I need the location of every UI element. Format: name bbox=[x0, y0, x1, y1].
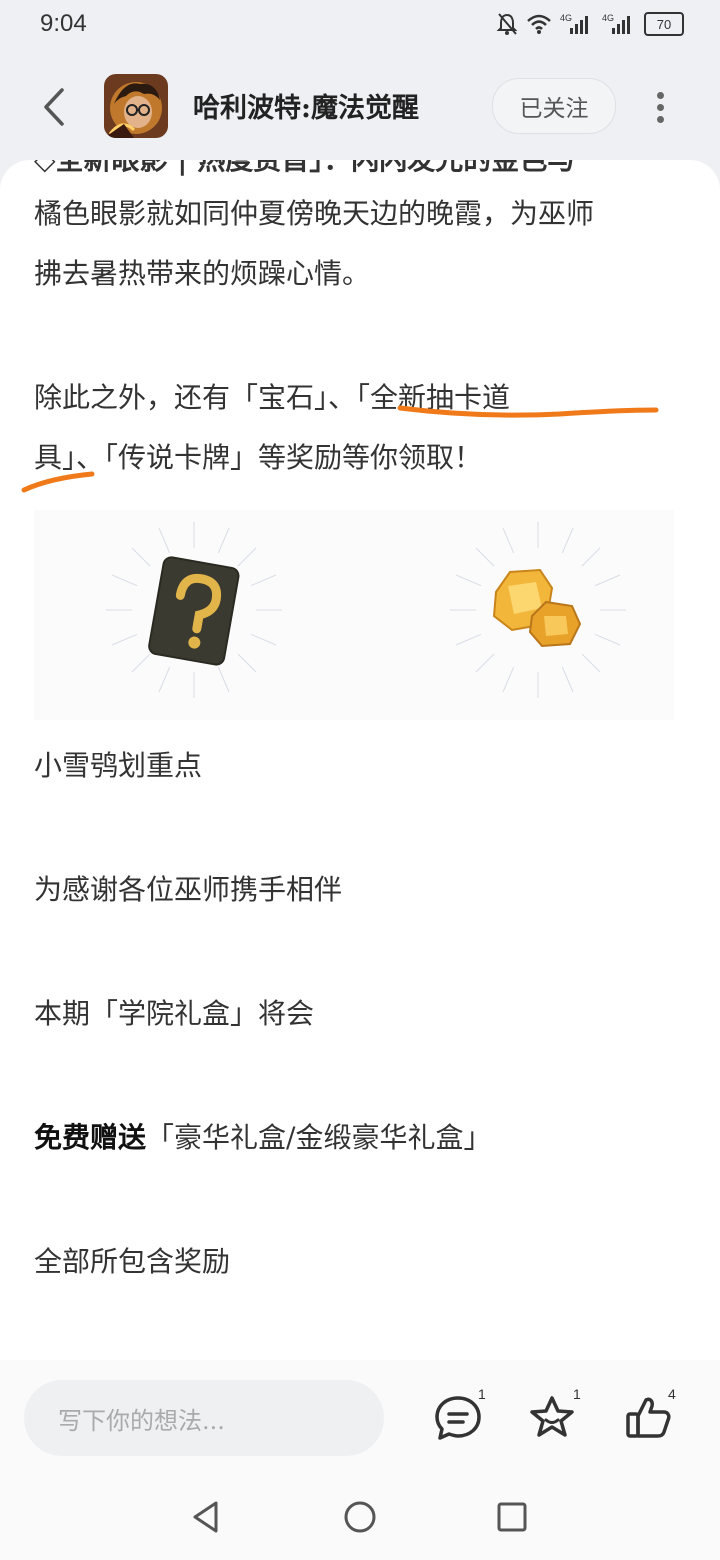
top-app-bar: 哈利波特:魔法觉醒 已关注 bbox=[0, 58, 720, 158]
battery-icon: 70 bbox=[644, 12, 684, 36]
signal-4g-label-2: 4G bbox=[602, 13, 614, 23]
paragraph-line: 为感谢各位巫师携手相伴 bbox=[34, 873, 343, 906]
signal-4g-icon: 4G bbox=[560, 13, 588, 34]
status-bar: 9:04 4G 4G 70 bbox=[0, 0, 720, 52]
wifi-icon bbox=[527, 14, 551, 34]
text-segment: 「豪华礼盒/金缎豪华礼盒」 bbox=[146, 1121, 492, 1154]
reward-images bbox=[34, 510, 674, 720]
follow-button[interactable]: 已关注 bbox=[492, 78, 616, 134]
paragraph-line: 免费赠送「豪华礼盒/金缎豪华礼盒」 bbox=[34, 1108, 491, 1168]
status-time: 9:04 bbox=[40, 10, 87, 37]
question-card-icon bbox=[106, 522, 282, 698]
text-segment: 、「传说卡牌」等奖励等你领取！ bbox=[76, 441, 483, 474]
gem-icon bbox=[450, 522, 626, 698]
highlighted-text: 具」 bbox=[34, 441, 77, 474]
paragraph-line: 本期「学院礼盒」将会 bbox=[34, 997, 315, 1030]
bold-text: 免费赠送 bbox=[34, 1121, 147, 1154]
signal-4g-icon-2: 4G bbox=[602, 13, 630, 34]
paragraph-line: 小雪鸮划重点 bbox=[34, 749, 203, 782]
game-avatar[interactable] bbox=[104, 74, 168, 138]
harry-potter-avatar-image bbox=[104, 74, 168, 138]
clipped-text-line: ◇全新眼影 | 热度赏首」：闪闪发光的金色与 bbox=[34, 160, 575, 178]
gem-item bbox=[448, 520, 628, 700]
nav-back-icon[interactable] bbox=[190, 1500, 222, 1534]
comment-input[interactable]: 写下你的想法... bbox=[24, 1380, 384, 1456]
nav-home-icon[interactable] bbox=[343, 1500, 377, 1534]
bottom-action-bar: 写下你的想法... 1 1 4 bbox=[0, 1360, 720, 1470]
favorite-button[interactable] bbox=[524, 1390, 580, 1446]
comment-count: 1 bbox=[478, 1386, 486, 1402]
mystery-card-item bbox=[104, 520, 284, 700]
star-icon bbox=[530, 1396, 574, 1437]
article-content: ◇全新眼影 | 热度赏首」：闪闪发光的金色与 橘色眼影就如同仲夏傍晚天边的晚霞，… bbox=[0, 160, 720, 1360]
mute-bell-icon bbox=[496, 13, 518, 35]
more-options-icon[interactable] bbox=[650, 92, 670, 124]
status-icons: 4G 4G 70 bbox=[496, 12, 684, 36]
page-title: 哈利波特:魔法觉醒 bbox=[193, 93, 419, 124]
paragraph-line: 拂去暑热带来的烦躁心情。 bbox=[34, 257, 371, 290]
nav-recents-icon[interactable] bbox=[496, 1501, 528, 1533]
system-nav-bar bbox=[0, 1470, 720, 1560]
text-segment: 除此之外，还有「宝石」、 bbox=[34, 381, 357, 414]
favorite-count: 1 bbox=[573, 1386, 581, 1402]
paragraph-line: 具」、「传说卡牌」等奖励等你领取！ bbox=[34, 428, 482, 488]
highlighted-text: 「全新抽卡道 bbox=[356, 381, 511, 414]
paragraph-line: 橘色眼影就如同仲夏傍晚天边的晚霞，为巫师 bbox=[34, 197, 595, 230]
signal-4g-label: 4G bbox=[560, 13, 572, 23]
back-arrow-icon[interactable] bbox=[36, 82, 76, 132]
paragraph-line: 除此之外，还有「宝石」、「全新抽卡道 bbox=[34, 368, 510, 428]
like-count: 4 bbox=[668, 1386, 676, 1402]
paragraph-line: 全部所包含奖励 bbox=[34, 1245, 231, 1278]
battery-level: 70 bbox=[656, 16, 672, 32]
